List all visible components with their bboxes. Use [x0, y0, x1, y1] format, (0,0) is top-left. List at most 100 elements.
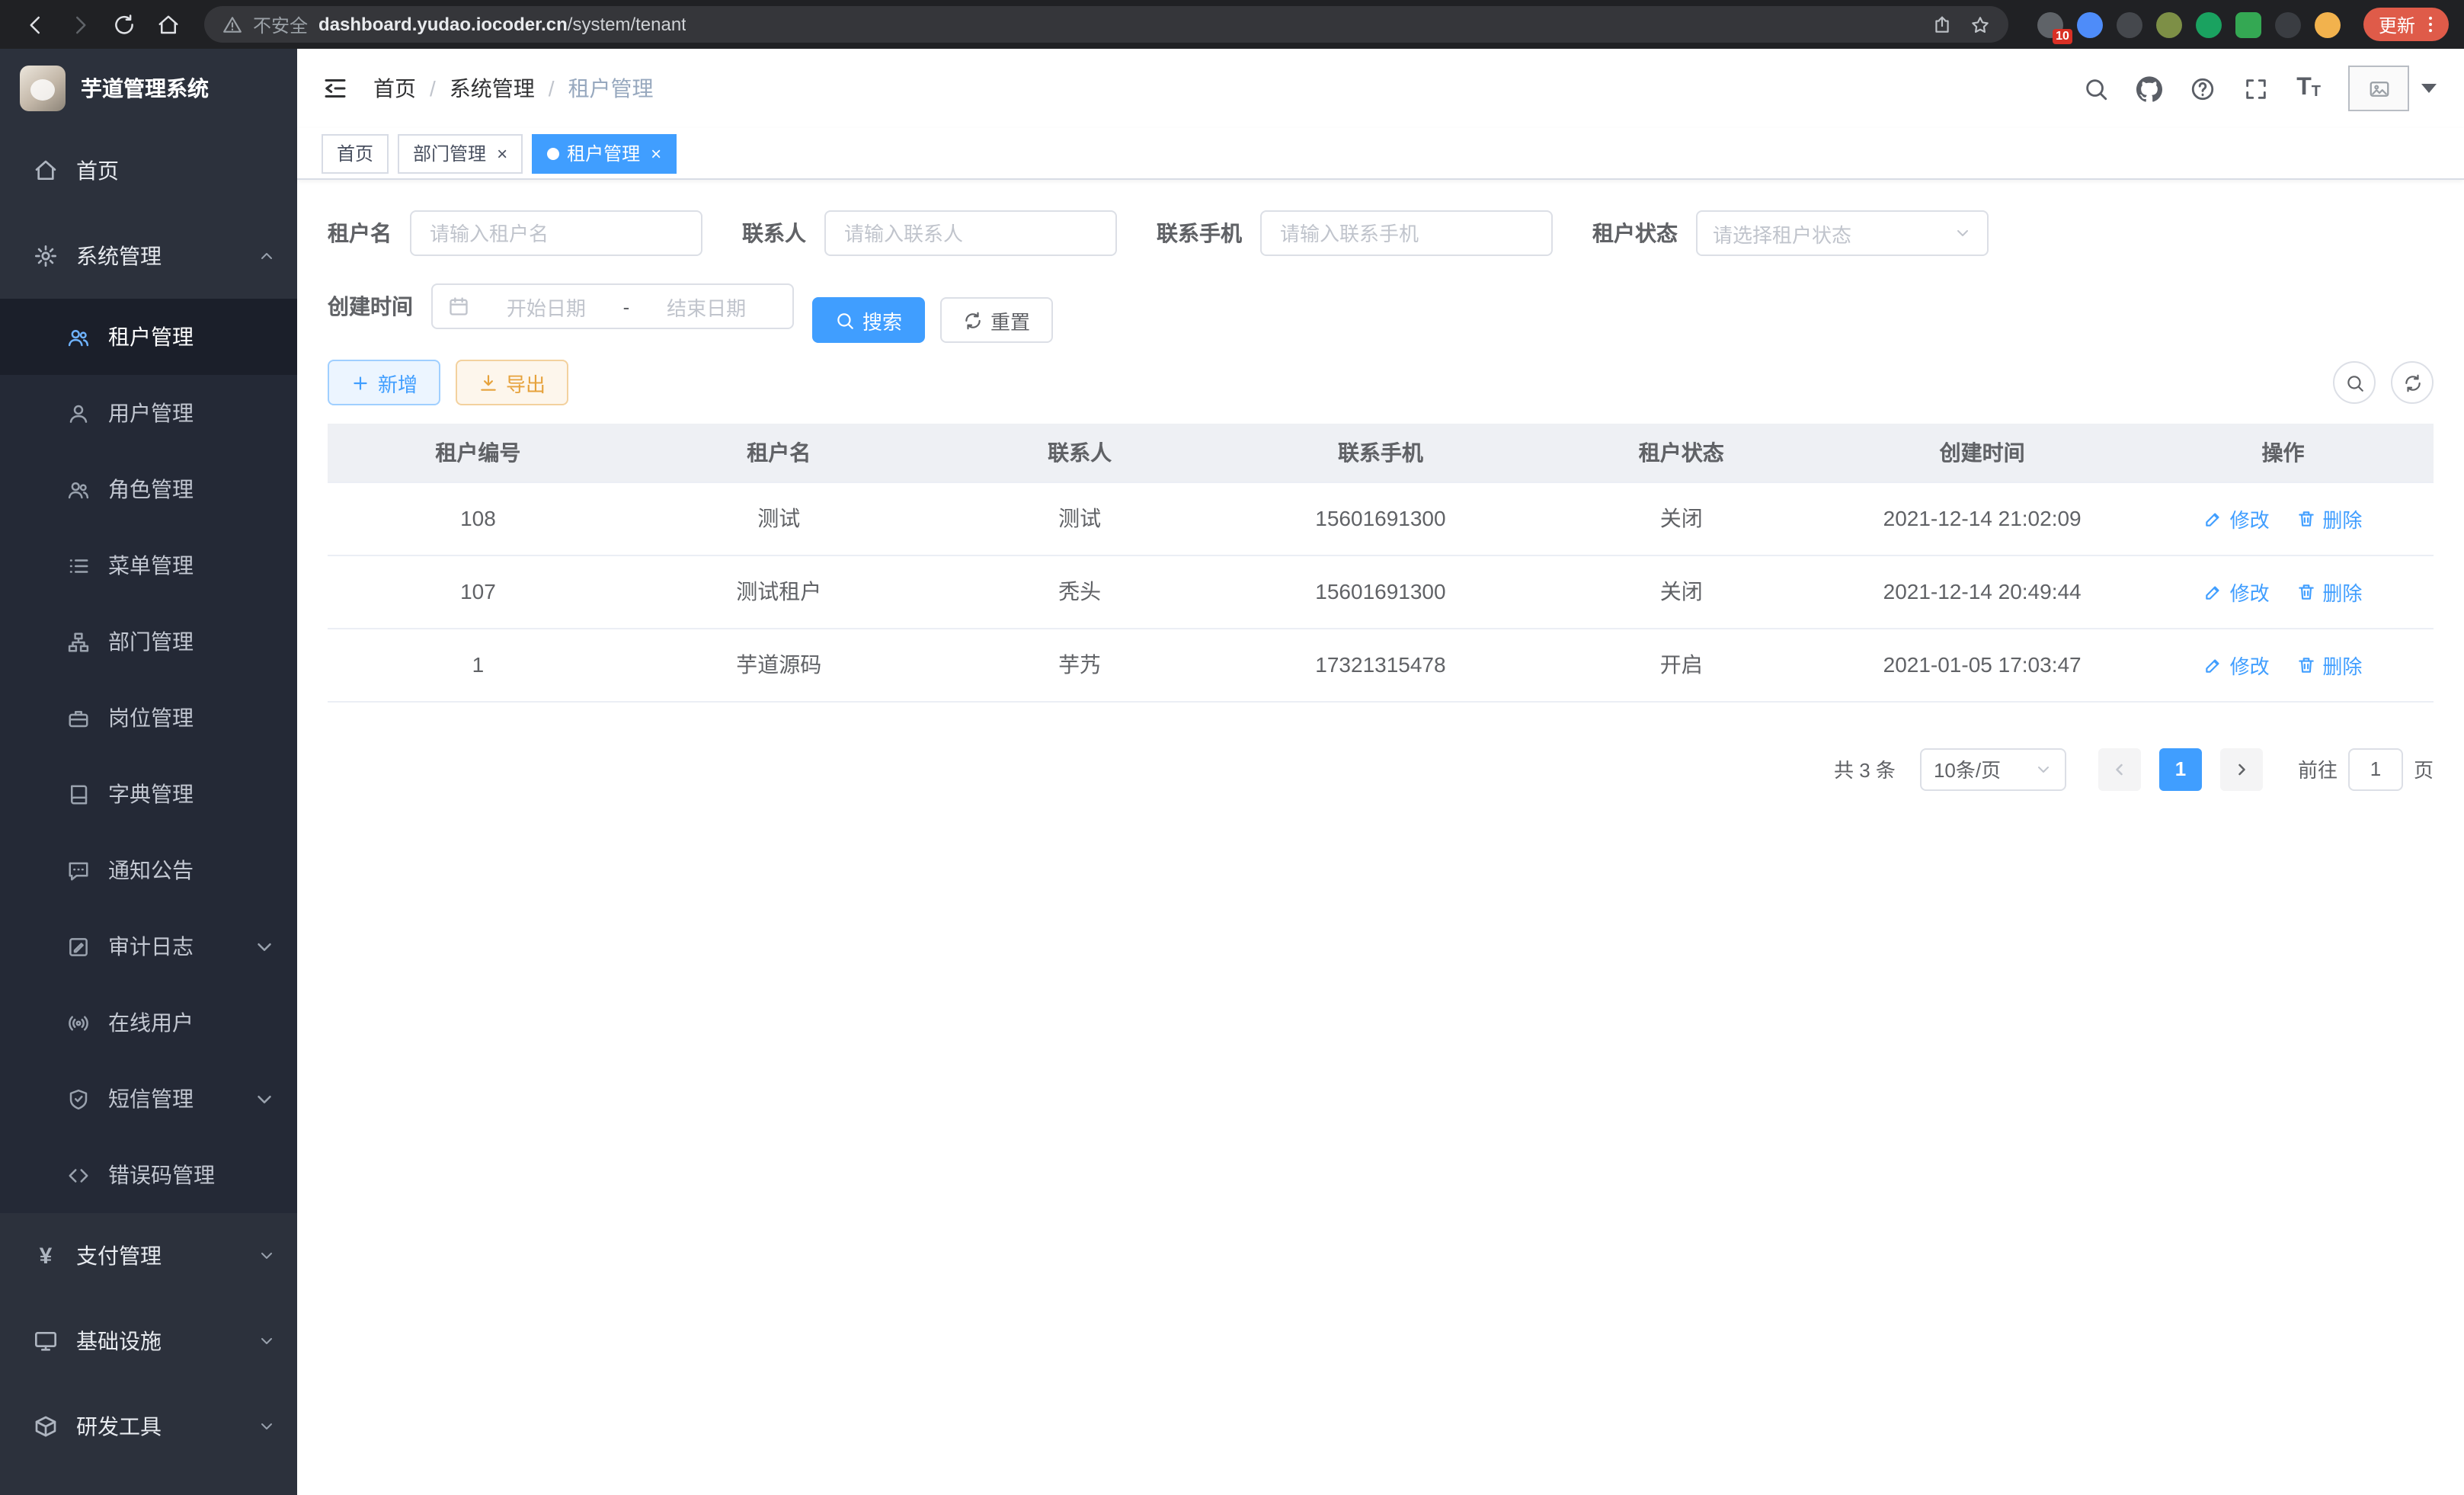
fullscreen-icon[interactable]: [2243, 75, 2269, 101]
browser-reload-icon[interactable]: [104, 5, 143, 44]
date-range-picker[interactable]: 开始日期 - 结束日期: [431, 283, 794, 329]
gear-icon: [34, 244, 58, 268]
delete-link[interactable]: 删除: [2296, 504, 2362, 533]
sidebar-item-audit-log[interactable]: 审计日志: [0, 908, 297, 984]
add-button[interactable]: 新增: [328, 360, 440, 405]
page-size-select[interactable]: 10条/页: [1920, 748, 2066, 790]
filter-label: 联系人: [742, 218, 806, 248]
contact-input[interactable]: [841, 220, 1100, 246]
filter-status: 租户状态 请选择租户状态: [1592, 210, 1989, 256]
not-secure-label: 不安全: [253, 11, 308, 37]
url-domain: dashboard.yudao.iocoder.cn: [318, 14, 568, 35]
sidebar-item-error-code[interactable]: 错误码管理: [0, 1137, 297, 1213]
list-icon: [67, 554, 90, 577]
help-icon[interactable]: [2190, 75, 2216, 101]
col-created: 创建时间: [1832, 424, 2133, 482]
browser-forward-icon[interactable]: [59, 5, 99, 44]
col-mobile: 联系手机: [1230, 424, 1531, 482]
ext-olive-icon[interactable]: [2156, 11, 2182, 37]
sidebar-item-system[interactable]: 系统管理: [0, 213, 297, 299]
breadcrumb-home[interactable]: 首页: [373, 73, 416, 104]
sidebar-item-online-users[interactable]: 在线用户: [0, 984, 297, 1061]
kebab-menu-icon[interactable]: [2420, 14, 2441, 35]
sidebar-item-notice[interactable]: 通知公告: [0, 832, 297, 908]
ext-green-icon[interactable]: [2196, 11, 2222, 37]
col-status: 租户状态: [1531, 424, 1832, 482]
ext-globe-icon[interactable]: [2117, 11, 2142, 37]
browser-home-icon[interactable]: [148, 5, 187, 44]
sidebar-item-user[interactable]: 用户管理: [0, 375, 297, 451]
chevron-down-icon: [258, 1417, 276, 1436]
sidebar-item-infrastructure[interactable]: 基础设施: [0, 1298, 297, 1384]
status-select[interactable]: 请选择租户状态: [1696, 210, 1989, 256]
show-search-button[interactable]: [2333, 361, 2376, 404]
goto-page-input[interactable]: [2348, 748, 2403, 790]
sidebar-item-payment[interactable]: ¥ 支付管理: [0, 1213, 297, 1298]
ext-green-square-icon[interactable]: [2235, 11, 2261, 37]
browser-back-icon[interactable]: [15, 5, 55, 44]
refresh-table-button[interactable]: [2391, 361, 2434, 404]
sidebar-item-label: 菜单管理: [108, 550, 194, 581]
user-avatar-menu[interactable]: [2348, 66, 2437, 111]
cell-contact: 芋艿: [930, 628, 1230, 701]
edit-link[interactable]: 修改: [2204, 650, 2270, 679]
export-button[interactable]: 导出: [456, 360, 568, 405]
share-icon[interactable]: [1932, 14, 1952, 34]
sidebar-menu: 首页 系统管理 租户管理 用户管理: [0, 128, 297, 1495]
github-icon[interactable]: [2136, 75, 2162, 101]
sidebar-item-home[interactable]: 首页: [0, 128, 297, 213]
col-tenant-id: 租户编号: [328, 424, 629, 482]
sidebar-fold-icon[interactable]: [297, 49, 373, 128]
delete-link[interactable]: 删除: [2296, 650, 2362, 679]
sidebar-item-label: 部门管理: [108, 626, 194, 657]
tab-tenant[interactable]: 租户管理 ×: [532, 133, 677, 173]
tab-dept[interactable]: 部门管理 ×: [398, 133, 523, 173]
filter-mobile: 联系手机: [1157, 210, 1553, 256]
bookmark-star-icon[interactable]: [1970, 14, 1990, 34]
delete-label: 删除: [2322, 504, 2362, 533]
sidebar-item-devtools[interactable]: 研发工具: [0, 1384, 297, 1469]
address-bar[interactable]: 不安全 dashboard.yudao.iocoder.cn/system/te…: [204, 6, 2008, 43]
next-page-button[interactable]: [2220, 748, 2263, 790]
sidebar-item-role[interactable]: 角色管理: [0, 451, 297, 527]
yen-icon: ¥: [34, 1244, 58, 1267]
sidebar-item-sms[interactable]: 短信管理: [0, 1061, 297, 1137]
font-size-icon[interactable]: TT: [2296, 76, 2321, 101]
delete-link[interactable]: 删除: [2296, 577, 2362, 606]
ext-smiley-icon[interactable]: [2315, 11, 2341, 37]
browser-update-button[interactable]: 更新: [2363, 8, 2449, 41]
prev-page-button[interactable]: [2098, 748, 2141, 790]
trash-icon: [2296, 581, 2316, 601]
shield-icon: [67, 1087, 90, 1110]
reset-button[interactable]: 重置: [940, 297, 1053, 343]
filter-label: 创建时间: [328, 291, 413, 322]
search-icon[interactable]: [2083, 75, 2109, 101]
app-logo: 芋道管理系统: [0, 49, 297, 128]
ext-dark-icon[interactable]: [2275, 11, 2301, 37]
breadcrumb-system[interactable]: 系统管理: [450, 73, 535, 104]
tenant-name-input[interactable]: [427, 220, 686, 246]
ext-dots-icon[interactable]: 10: [2037, 11, 2063, 37]
sidebar-item-label: 基础设施: [76, 1326, 162, 1356]
sidebar-item-label: 首页: [76, 155, 119, 186]
tab-close-icon[interactable]: ×: [494, 144, 507, 162]
mobile-input[interactable]: [1277, 220, 1536, 246]
search-button[interactable]: 搜索: [812, 297, 925, 343]
ext-blue-icon[interactable]: [2077, 11, 2103, 37]
sidebar-item-tenant[interactable]: 租户管理: [0, 299, 297, 375]
sidebar-item-dept[interactable]: 部门管理: [0, 603, 297, 680]
page-number-1[interactable]: 1: [2159, 748, 2202, 790]
topbar-actions: TT: [2083, 66, 2437, 111]
breadcrumb: 首页 / 系统管理 / 租户管理: [373, 73, 654, 104]
sidebar-item-menu[interactable]: 菜单管理: [0, 527, 297, 603]
edit-link[interactable]: 修改: [2204, 504, 2270, 533]
sidebar-item-label: 错误码管理: [108, 1160, 215, 1190]
col-contact: 联系人: [930, 424, 1230, 482]
page-unit-label: 页: [2414, 754, 2434, 783]
tab-home[interactable]: 首页: [322, 133, 389, 173]
edit-link[interactable]: 修改: [2204, 577, 2270, 606]
filter-label: 租户状态: [1592, 218, 1678, 248]
sidebar-item-post[interactable]: 岗位管理: [0, 680, 297, 756]
sidebar-item-dict[interactable]: 字典管理: [0, 756, 297, 832]
tab-close-icon[interactable]: ×: [648, 144, 661, 162]
